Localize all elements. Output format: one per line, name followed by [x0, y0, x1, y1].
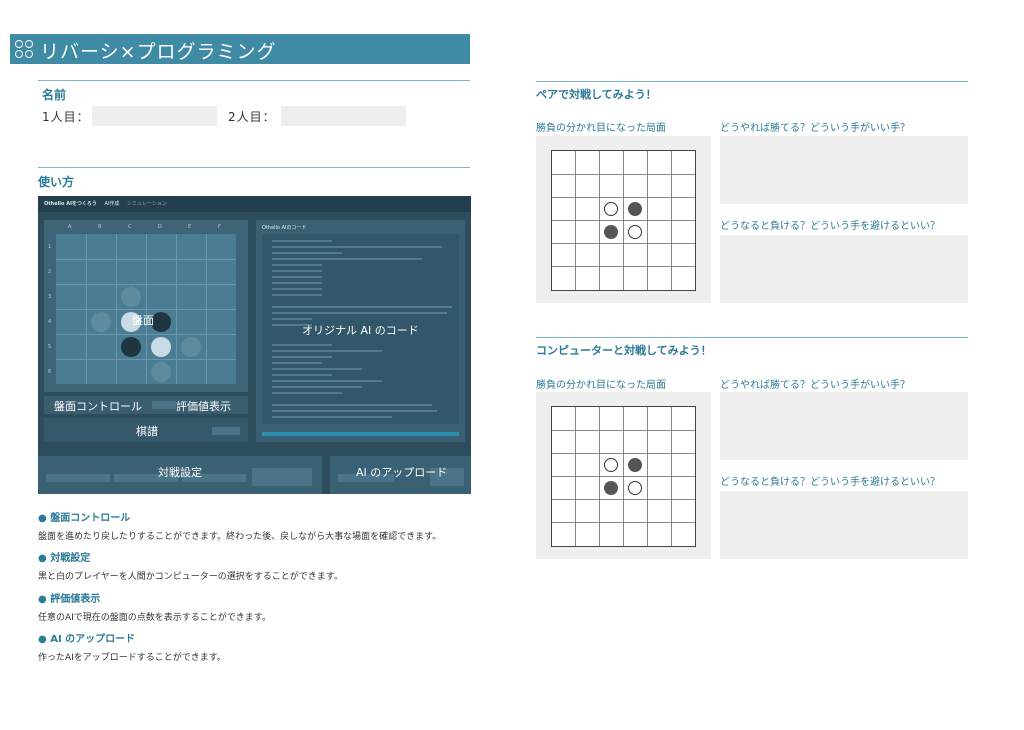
divider: [536, 337, 968, 338]
cpu-win-answer-box[interactable]: [720, 392, 968, 460]
overlay-board-label: 盤面: [132, 314, 154, 327]
overlay-code-label: オリジナル AI のコード: [302, 324, 419, 337]
col-label: A: [68, 224, 72, 230]
pair-win-answer-box[interactable]: [720, 136, 968, 204]
row-label: 1: [48, 244, 52, 250]
cpu-board-label: 勝負の分かれ目になった局面: [536, 380, 666, 391]
app-board-grid[interactable]: [56, 234, 236, 384]
cpu-lose-question: どうなると負ける？どういう手を避けるといい？: [720, 477, 940, 488]
hint-stone: [91, 312, 111, 332]
ai-upload-panel: AI のアップロード: [330, 456, 471, 494]
player1-name-field[interactable]: [92, 106, 217, 126]
app-screenshot: Othello AIをつくろう AI作成 シミュレーション A B C D E …: [38, 196, 471, 494]
usage-heading: 使い方: [38, 175, 75, 189]
overlay-battle-label: 対戦設定: [158, 466, 202, 479]
battle-settings-panel: 対戦設定: [38, 456, 322, 494]
pair-board-box: [536, 136, 711, 303]
cpu-heading: コンピューターと対戦してみよう！: [536, 344, 712, 357]
black-stone: [604, 481, 618, 495]
overlay-upload-label: AI のアップロード: [356, 466, 448, 479]
kifu-panel: 棋譜: [44, 418, 248, 442]
hint-stone: [151, 362, 171, 382]
row-label: 2: [48, 269, 52, 275]
row-label: 5: [48, 344, 52, 350]
divider: [38, 80, 470, 81]
overlay-eval-label: 評価値表示: [176, 400, 231, 413]
board-panel: A B C D E F 1 2 3 4 5 6 盤面: [44, 220, 248, 392]
logo-rings-icon: [14, 39, 34, 59]
cpu-lose-answer-box[interactable]: [720, 491, 968, 559]
row-label: 6: [48, 369, 52, 375]
exp-text-eval: 任意のAIで現在の盤面の点数を表示することができます。: [38, 613, 271, 623]
black-stone: [151, 312, 171, 332]
divider: [536, 81, 968, 82]
pair-board-label: 勝負の分かれ目になった局面: [536, 123, 666, 134]
white-stone: [604, 202, 618, 216]
eval-bar: [262, 432, 459, 436]
pair-lose-question: どうなると負ける？どういう手を避けるといい？: [720, 221, 940, 232]
code-panel: Othello AIのコード オリジナル AI のコード: [256, 220, 465, 442]
exp-text-battle: 黒と白のプレイヤーを人間かコンピューターの選択をすることができます。: [38, 572, 343, 582]
overlay-kifu-label: 棋譜: [136, 425, 158, 438]
exp-text-control: 盤面を進めたり戻したりすることができます。終わった後、戻しながら大事な場面を確認…: [38, 532, 442, 542]
title-banner: リバーシ×プログラミング: [10, 34, 470, 64]
player2-name-field[interactable]: [281, 106, 406, 126]
white-stone: [628, 225, 642, 239]
kifu-button[interactable]: [212, 427, 240, 435]
col-label: B: [98, 224, 102, 230]
pair-board[interactable]: [551, 150, 696, 291]
code-editor[interactable]: オリジナル AI のコード: [262, 234, 459, 424]
start-button[interactable]: [252, 468, 312, 486]
board-control-panel[interactable]: 盤面コントロール 評価値表示: [44, 396, 248, 414]
overlay-control-label: 盤面コントロール: [54, 400, 142, 413]
pair-win-question: どうやれば勝てる？どういう手がいい手？: [720, 123, 910, 134]
col-label: D: [158, 224, 162, 230]
row-label: 4: [48, 319, 52, 325]
black-stone: [628, 458, 642, 472]
exp-text-upload: 作ったAIをアップロードすることができます。: [38, 653, 226, 663]
pair-heading: ペアで対戦してみよう！: [536, 88, 657, 101]
exp-heading-battle: ● 対戦設定: [38, 553, 91, 564]
exp-heading-control: ● 盤面コントロール: [38, 513, 131, 524]
hint-stone: [181, 337, 201, 357]
exp-heading-upload: ● AI のアップロード: [38, 634, 136, 645]
app-title: Othello AIをつくろう: [44, 201, 97, 207]
divider: [38, 167, 470, 168]
row-label: 3: [48, 294, 52, 300]
white-stone: [628, 481, 642, 495]
black-player-select[interactable]: [46, 474, 110, 482]
page-title: リバーシ×プログラミング: [40, 41, 277, 63]
app-topbar: Othello AIをつくろう AI作成 シミュレーション: [38, 196, 471, 212]
player1-label: 1人目：: [42, 110, 90, 124]
app-tab-create: AI作成: [104, 201, 120, 207]
pair-lose-answer-box[interactable]: [720, 235, 968, 303]
cpu-board-box: [536, 392, 711, 559]
player2-label: 2人目：: [228, 110, 276, 124]
col-label: C: [128, 224, 132, 230]
white-stone: [604, 458, 618, 472]
code-panel-title: Othello AIのコード: [262, 225, 307, 231]
eval-select[interactable]: [152, 401, 176, 409]
exp-heading-eval: ● 評価値表示: [38, 594, 101, 605]
black-stone: [604, 225, 618, 239]
hint-stone: [121, 287, 141, 307]
name-heading: 名前: [42, 88, 67, 102]
app-tab-sim: シミュレーション: [127, 201, 167, 207]
col-label: E: [188, 224, 192, 230]
cpu-board[interactable]: [551, 406, 696, 547]
white-stone: [151, 337, 171, 357]
black-stone: [121, 337, 141, 357]
col-label: F: [218, 224, 221, 230]
black-stone: [628, 202, 642, 216]
cpu-win-question: どうやれば勝てる？どういう手がいい手？: [720, 380, 910, 391]
